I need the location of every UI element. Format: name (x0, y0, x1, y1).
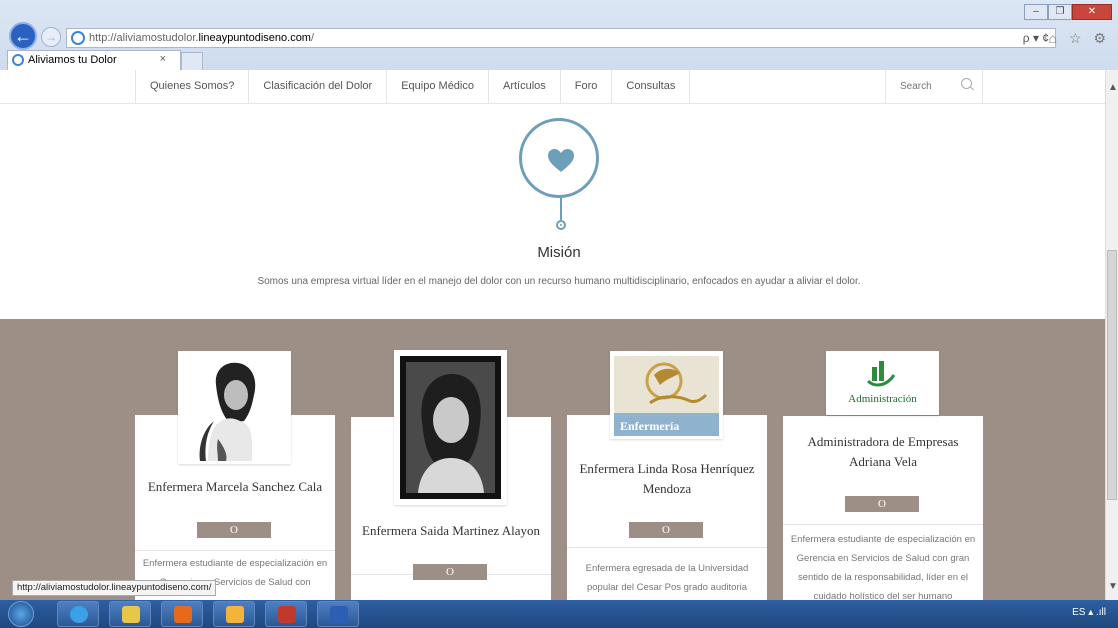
nav-item-consultas[interactable]: Consultas (611, 70, 691, 103)
media-player-icon[interactable] (161, 601, 203, 627)
window-controls: – ❐ ✕ (1024, 4, 1112, 20)
team-member-description: Enfermera estudiante de especialización … (790, 534, 976, 600)
team-card: Administradora de Empresas Adriana Vela … (783, 416, 983, 600)
nav-item-quienes-somos[interactable]: Quienes Somos? (135, 70, 248, 103)
team-member-button[interactable]: O (197, 522, 271, 538)
status-url-tooltip: http://aliviamostudolor.lineaypuntodisen… (12, 580, 217, 596)
file-explorer-icon[interactable] (109, 601, 151, 627)
timeline-stem (560, 198, 562, 220)
team-member-button[interactable]: O (629, 522, 703, 538)
timeline-dot (556, 220, 566, 230)
team-member-name: Enfermera Marcela Sanchez Cala (147, 479, 323, 494)
start-button[interactable] (8, 601, 34, 627)
windows-taskbar: ES ▴ .ıll (0, 600, 1118, 628)
tab-ie-icon (12, 54, 24, 66)
tab-close-icon[interactable]: × (160, 53, 166, 65)
nav-item-clasificacion[interactable]: Clasificación del Dolor (248, 70, 386, 103)
address-tools[interactable]: ρ ▾ ¢ (1023, 31, 1049, 45)
restore-button[interactable]: ❐ (1048, 4, 1072, 20)
scroll-down-icon[interactable]: ▼ (1108, 581, 1118, 592)
word-icon[interactable] (317, 601, 359, 627)
tab-title: Aliviamos tu Dolor (28, 54, 117, 66)
search-input[interactable] (886, 70, 972, 103)
back-button[interactable]: ← (9, 22, 37, 50)
home-favorites-tools-icons[interactable]: ⌂ ☆ ⚙ (1049, 30, 1110, 47)
address-url: http://aliviamostudolor.lineaypuntodisen… (89, 32, 315, 44)
team-member-photo (394, 350, 507, 505)
address-bar[interactable]: http://aliviamostudolor.lineaypuntodisen… (66, 28, 1056, 48)
team-section: Enfermera Marcela Sanchez Cala O Enferme… (0, 319, 1105, 600)
team-member-name: Enfermera Linda Rosa Henríquez Mendoza (579, 461, 755, 496)
scroll-up-icon[interactable]: ▲ (1108, 82, 1118, 93)
browser-tab[interactable]: Aliviamos tu Dolor × (7, 50, 181, 70)
administracion-logo-text: Administración (848, 393, 917, 405)
close-button[interactable]: ✕ (1072, 4, 1112, 20)
nav-item-equipo-medico[interactable]: Equipo Médico (386, 70, 488, 103)
forward-button[interactable]: → (41, 27, 61, 47)
nav-menu: Quienes Somos? Clasificación del Dolor E… (135, 70, 691, 103)
outlook-icon[interactable] (213, 601, 255, 627)
browser-chrome: ← → http://aliviamostudolor.lineaypuntod… (0, 0, 1118, 70)
nav-item-articulos[interactable]: Artículos (488, 70, 560, 103)
team-member-name: Enfermera Saida Martinez Alayon (362, 523, 540, 538)
new-tab-button[interactable] (181, 52, 203, 70)
team-member-name: Administradora de Empresas Adriana Vela (807, 434, 959, 469)
minimize-button[interactable]: – (1024, 4, 1048, 20)
card-divider (783, 524, 983, 525)
nav-item-foro[interactable]: Foro (559, 70, 612, 103)
team-member-description: Enfermera egresada de la Universidad pop… (585, 563, 749, 593)
enfermeria-logo-text: Enfermería (620, 419, 680, 433)
search-box (885, 70, 983, 103)
team-member-button[interactable]: O (845, 496, 919, 512)
heart-icon (548, 149, 574, 172)
page-scrollbar[interactable]: ▲ ▼ (1105, 70, 1118, 600)
ie-page-icon (71, 31, 85, 45)
team-member-photo (178, 351, 291, 464)
mission-text: Somos una empresa virtual líder en el ma… (257, 276, 861, 287)
team-member-button[interactable]: O (413, 564, 487, 580)
mission-title: Misión (537, 244, 581, 261)
ie-icon[interactable] (57, 601, 99, 627)
system-tray[interactable]: ES ▴ .ıll (1072, 607, 1106, 618)
access-icon[interactable] (265, 601, 307, 627)
enfermeria-logo: Enfermería (610, 351, 723, 439)
site-navigation: Quienes Somos? Clasificación del Dolor E… (0, 70, 1105, 104)
card-divider (135, 550, 335, 551)
card-divider (567, 547, 767, 548)
team-card: Enfermera Linda Rosa Henríquez Mendoza O… (567, 415, 767, 600)
administracion-chart-icon (826, 351, 939, 415)
administracion-logo: Administración (826, 351, 939, 415)
mission-icon-circle (519, 118, 599, 198)
search-icon[interactable] (961, 78, 972, 89)
scroll-thumb[interactable] (1107, 250, 1117, 500)
